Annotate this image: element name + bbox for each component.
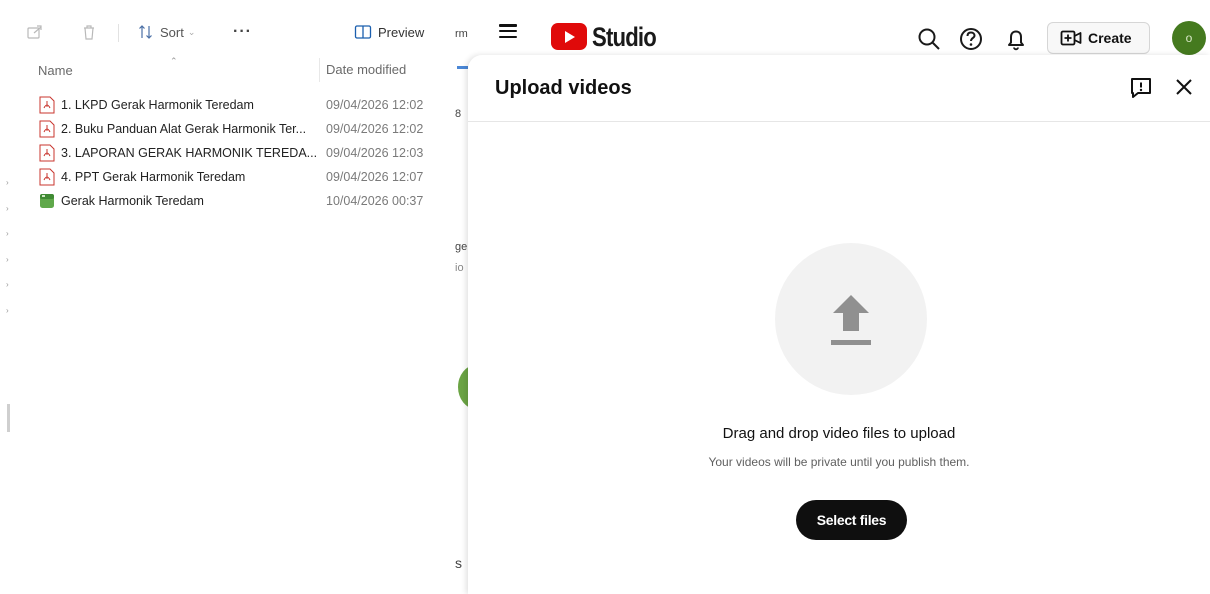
preview-label: Preview (378, 24, 425, 40)
pdf-file-icon (39, 120, 55, 138)
file-date: 09/04/2026 12:03 (326, 146, 424, 160)
toolbar-separator (118, 24, 119, 42)
bg-accent-line (457, 66, 468, 69)
column-name-header[interactable]: Name (38, 63, 73, 78)
upload-arrow-icon[interactable] (825, 291, 877, 349)
dialog-divider (468, 121, 1210, 122)
privacy-note: Your videos will be private until you pu… (708, 455, 970, 469)
bg-text: s (455, 555, 462, 571)
bg-text: io (455, 262, 464, 274)
upload-dialog: Upload videos Drag and drop video files … (468, 55, 1210, 594)
file-date: 09/04/2026 12:02 (326, 98, 424, 112)
file-row[interactable]: Gerak Harmonik Teredam 10/04/2026 00:37 (0, 190, 455, 214)
file-date: 09/04/2026 12:07 (326, 170, 424, 184)
bg-text: ge (455, 241, 468, 253)
column-divider[interactable] (319, 58, 320, 82)
pdf-file-icon (39, 144, 55, 162)
create-button[interactable]: Create (1047, 22, 1150, 54)
bg-avatar (458, 365, 468, 409)
file-name: Gerak Harmonik Teredam (61, 194, 204, 208)
share-button[interactable] (26, 20, 44, 44)
file-row[interactable]: 3. LAPORAN GERAK HARMONIK TEREDA... 09/0… (0, 142, 455, 166)
select-files-button[interactable]: Select files (796, 500, 907, 540)
menu-icon[interactable] (499, 24, 517, 38)
pdf-file-icon (39, 168, 55, 186)
bg-text: rm (455, 28, 468, 40)
column-headers: ⌃ Name Date modified (0, 56, 455, 82)
feedback-icon[interactable] (1128, 75, 1154, 101)
studio-brand[interactable]: Studio (592, 22, 657, 53)
avatar[interactable]: o (1172, 21, 1206, 55)
file-name: 3. LAPORAN GERAK HARMONIK TEREDA... (61, 146, 318, 160)
create-label: Create (1088, 30, 1132, 46)
delete-button[interactable] (80, 20, 98, 44)
drag-drop-text: Drag and drop video files to upload (722, 425, 956, 442)
video-add-icon (1060, 30, 1082, 46)
trash-icon (84, 25, 94, 40)
scrollbar[interactable] (7, 404, 10, 432)
file-name: 2. Buku Panduan Alat Gerak Harmonik Ter.… (61, 122, 307, 136)
sort-button[interactable]: Sort ⌄ (138, 20, 195, 44)
bg-text: 8 (455, 108, 462, 120)
pdf-file-icon (39, 96, 55, 114)
close-icon[interactable] (1172, 75, 1196, 99)
share-icon (27, 25, 42, 39)
file-row[interactable]: 1. LKPD Gerak Harmonik Teredam 09/04/202… (0, 94, 455, 118)
file-date: 09/04/2026 12:02 (326, 122, 424, 136)
sort-label: Sort (160, 24, 184, 40)
more-options-button[interactable]: ··· (233, 20, 252, 44)
file-date: 10/04/2026 00:37 (326, 194, 424, 208)
chevron-down-icon: ⌄ (187, 26, 196, 37)
background-window-strip: rm 8 ge io s (455, 0, 468, 594)
bell-icon[interactable] (1003, 26, 1029, 52)
help-icon[interactable] (958, 26, 984, 52)
file-row[interactable]: 4. PPT Gerak Harmonik Teredam 09/04/2026… (0, 166, 455, 190)
file-name: 1. LKPD Gerak Harmonik Teredam (61, 98, 254, 112)
video-file-icon (40, 194, 54, 208)
column-date-header[interactable]: Date modified (326, 62, 406, 77)
sort-indicator-icon: ⌃ (170, 56, 178, 66)
nav-tree-expanders[interactable]: › › › › › › (6, 170, 9, 324)
file-explorer: Sort ⌄ ··· Preview ⌃ Name Date modified … (0, 0, 455, 594)
file-row[interactable]: 2. Buku Panduan Alat Gerak Harmonik Ter.… (0, 118, 455, 142)
search-icon[interactable] (916, 26, 942, 52)
youtube-logo-icon[interactable] (551, 23, 587, 50)
file-name: 4. PPT Gerak Harmonik Teredam (61, 170, 246, 184)
dialog-title: Upload videos (495, 77, 632, 99)
explorer-toolbar: Sort ⌄ ··· Preview (0, 10, 455, 54)
sort-icon (139, 25, 152, 39)
preview-pane-icon (354, 25, 372, 39)
preview-button[interactable]: Preview (354, 20, 424, 44)
